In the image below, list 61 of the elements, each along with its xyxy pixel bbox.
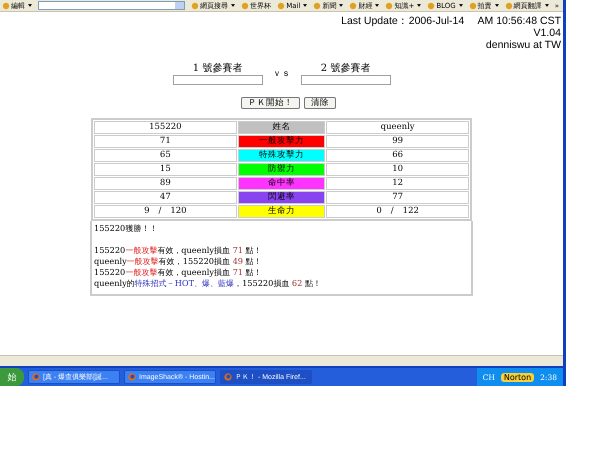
address-field[interactable] — [38, 1, 186, 10]
table-cell: 71 — [94, 135, 237, 148]
antivirus-button[interactable]: Norton — [500, 372, 534, 382]
caret-icon — [494, 4, 499, 7]
result-text: 155220獲勝！！ — [94, 223, 158, 234]
circle-icon — [427, 2, 436, 10]
player-label: 1 號參賽者 — [192, 62, 242, 75]
log-line: queenly的特殊招式－HOT、爆、藍爆，155220損血 62 點！ — [94, 278, 322, 289]
stat-label: 一般攻擊力 — [238, 135, 326, 148]
log-line: 155220一般攻擊有效，queenly損血 71 點！ — [94, 267, 263, 278]
caret-icon — [231, 4, 236, 7]
circle-icon — [241, 2, 250, 10]
table-cell: 99 — [326, 135, 469, 148]
table-cell: 15 — [94, 163, 237, 176]
log-line: queenly一般攻擊有效，155220損血 49 點！ — [94, 256, 263, 267]
stat-label: 命中率 — [238, 177, 326, 190]
circle-icon — [277, 2, 286, 10]
name-input[interactable] — [172, 75, 262, 85]
circle-icon — [504, 2, 513, 10]
circle-icon — [385, 2, 394, 10]
caret-icon — [417, 4, 422, 7]
circle-icon — [191, 2, 200, 10]
action-button[interactable]: ＰＫ開始！ — [241, 97, 300, 109]
caret-icon — [375, 4, 380, 7]
stat-label: 姓名 — [238, 121, 326, 134]
table-cell: 9 / 120 — [94, 205, 237, 218]
last-update-text: Last Update：2006-Jul-14 AM 10:56:48 CST — [341, 15, 561, 27]
circle-icon — [313, 2, 322, 10]
caret-icon — [339, 4, 344, 7]
circle-icon — [2, 2, 10, 10]
player-label: 2 號參賽者 — [320, 62, 370, 75]
stat-label: 生命力 — [238, 205, 326, 218]
stat-label: 防禦力 — [238, 163, 326, 176]
stat-label: 閃避率 — [238, 191, 326, 204]
author-text: denniswu at TW — [484, 39, 561, 51]
action-button[interactable]: 清除 — [304, 97, 336, 109]
table-cell: queenly — [326, 121, 469, 134]
circle-icon — [468, 2, 477, 10]
circle-icon — [349, 2, 358, 10]
table-cell: 66 — [326, 149, 469, 162]
table-cell: 155220 — [94, 121, 237, 134]
caret-icon — [303, 4, 308, 7]
caret-icon — [544, 4, 549, 7]
log-line: 155220一般攻擊有效，queenly損血 71 點！ — [94, 245, 263, 256]
globe-icon — [128, 373, 136, 381]
name-input[interactable] — [300, 75, 390, 85]
vs-text: ｖｓ — [272, 68, 290, 81]
caret-icon — [458, 4, 463, 7]
globe-icon — [224, 373, 232, 381]
version-text: V1.04 — [532, 27, 561, 39]
table-cell: 89 — [94, 177, 237, 190]
start-button[interactable]: 始 — [0, 368, 24, 386]
table-cell: 12 — [326, 177, 469, 190]
stat-label: 特殊攻擊力 — [238, 149, 326, 162]
table-cell: 10 — [326, 163, 469, 176]
table-cell: 0 / 122 — [326, 205, 469, 218]
table-cell: 65 — [94, 149, 237, 162]
globe-icon — [32, 373, 40, 381]
caret-icon — [28, 4, 32, 7]
table-cell: 47 — [94, 191, 237, 204]
table-cell: 77 — [326, 191, 469, 204]
